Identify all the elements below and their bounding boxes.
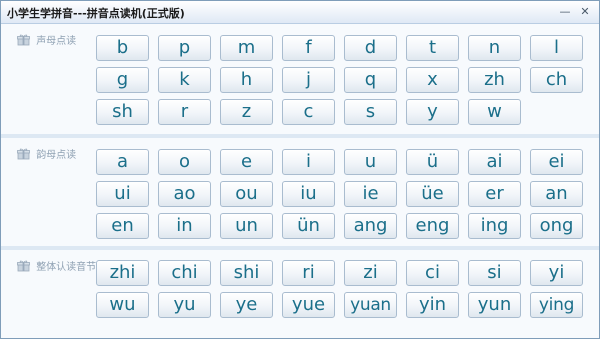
pinyin-key-button[interactable]: j <box>282 67 335 93</box>
pinyin-key-button[interactable]: r <box>158 99 211 125</box>
pinyin-key-button[interactable]: eng <box>406 213 459 239</box>
close-button[interactable]: ✕ <box>577 4 593 19</box>
pinyin-key-button[interactable]: p <box>158 35 211 61</box>
pinyin-key-button[interactable]: zhi <box>96 260 149 286</box>
pinyin-key-button[interactable]: ci <box>406 260 459 286</box>
pinyin-key-button[interactable]: iu <box>282 181 335 207</box>
pinyin-key-button[interactable]: l <box>530 35 583 61</box>
pinyin-key-button[interactable]: yi <box>530 260 583 286</box>
pinyin-key-button[interactable]: s <box>344 99 397 125</box>
pinyin-key-button[interactable]: i <box>282 149 335 175</box>
pinyin-key-button[interactable]: shi <box>220 260 273 286</box>
pinyin-key-button[interactable]: c <box>282 99 335 125</box>
gift-icon <box>17 34 30 45</box>
pinyin-key-button[interactable]: en <box>96 213 149 239</box>
pinyin-key-button[interactable]: ai <box>468 149 521 175</box>
pinyin-key-button[interactable]: ri <box>282 260 335 286</box>
title-bar: 小学生学拼音---拼音点读机(正式版) — ✕ <box>1 1 599 24</box>
pinyin-key-button[interactable]: ong <box>530 213 583 239</box>
pinyin-key-button[interactable]: e <box>220 149 273 175</box>
pinyin-key-button[interactable]: u <box>344 149 397 175</box>
pinyin-key-button[interactable]: yu <box>158 292 211 318</box>
pinyin-key-button[interactable]: z <box>220 99 273 125</box>
gift-icon <box>17 148 30 159</box>
finals-key-grid: a o e i u ü ai ei ui ao ou iu ie üe er an en in un ün ang eng… <box>96 149 583 239</box>
whole-syllables-key-grid: zhi chi shi ri zi ci si yi wu yu ye yue yuan yin yun yi… <box>96 260 583 318</box>
pinyin-key-button[interactable]: in <box>158 213 211 239</box>
pinyin-key-button[interactable]: zi <box>344 260 397 286</box>
pinyin-key-button[interactable]: ou <box>220 181 273 207</box>
pinyin-key-button[interactable]: d <box>344 35 397 61</box>
pinyin-key-button[interactable]: y <box>406 99 459 125</box>
pinyin-key-button[interactable]: an <box>530 181 583 207</box>
pinyin-key-button[interactable]: o <box>158 149 211 175</box>
window-title: 小学生学拼音---拼音点读机(正式版) <box>7 7 185 20</box>
pinyin-key-button[interactable]: ch <box>530 67 583 93</box>
pinyin-key-button[interactable]: si <box>468 260 521 286</box>
pinyin-key-button[interactable]: ü <box>406 149 459 175</box>
pinyin-key-button[interactable]: wu <box>96 292 149 318</box>
pinyin-key-button[interactable]: ui <box>96 181 149 207</box>
pinyin-key-button[interactable]: ei <box>530 149 583 175</box>
section-label-text: 声母点读 <box>36 36 77 47</box>
pinyin-key-button[interactable]: ye <box>220 292 273 318</box>
pinyin-key-button[interactable]: ying <box>530 292 583 318</box>
section-label-text: 整体认读音节 <box>36 262 97 273</box>
pinyin-key-button[interactable]: ang <box>344 213 397 239</box>
pinyin-key-button[interactable]: ie <box>344 181 397 207</box>
pinyin-key-button[interactable]: n <box>468 35 521 61</box>
pinyin-key-button[interactable]: sh <box>96 99 149 125</box>
pinyin-key-button[interactable]: yun <box>468 292 521 318</box>
pinyin-key-button[interactable]: zh <box>468 67 521 93</box>
initials-section: 声母点读 b p m f d t n l g k h j q x zh ch sh r z c s y w <box>1 24 599 134</box>
gift-icon <box>17 260 30 271</box>
pinyin-key-button[interactable]: yin <box>406 292 459 318</box>
pinyin-key-button[interactable]: a <box>96 149 149 175</box>
pinyin-key-button[interactable]: t <box>406 35 459 61</box>
initials-key-grid: b p m f d t n l g k h j q x zh ch sh r z c s y w <box>96 35 583 125</box>
pinyin-key-button[interactable]: ing <box>468 213 521 239</box>
section-label: 声母点读 <box>17 32 76 48</box>
minimize-button[interactable]: — <box>557 4 573 19</box>
pinyin-key-button[interactable]: yue <box>282 292 335 318</box>
pinyin-key-button[interactable]: chi <box>158 260 211 286</box>
pinyin-key-button[interactable]: h <box>220 67 273 93</box>
pinyin-key-button[interactable]: üe <box>406 181 459 207</box>
pinyin-key-button[interactable]: ün <box>282 213 335 239</box>
pinyin-key-button[interactable]: b <box>96 35 149 61</box>
pinyin-key-button[interactable]: g <box>96 67 149 93</box>
pinyin-key-button[interactable]: x <box>406 67 459 93</box>
section-label: 韵母点读 <box>17 146 76 162</box>
finals-section: 韵母点读 a o e i u ü ai ei ui ao ou iu ie üe er an en in un ün a… <box>1 138 599 246</box>
pinyin-key-button[interactable]: er <box>468 181 521 207</box>
pinyin-key-button[interactable]: yuan <box>344 292 397 318</box>
pinyin-key-button[interactable]: m <box>220 35 273 61</box>
pinyin-key-button[interactable]: ao <box>158 181 211 207</box>
pinyin-key-button[interactable]: w <box>468 99 521 125</box>
pinyin-key-button[interactable]: k <box>158 67 211 93</box>
pinyin-key-button[interactable]: f <box>282 35 335 61</box>
section-label-text: 韵母点读 <box>36 150 77 161</box>
pinyin-key-button[interactable]: un <box>220 213 273 239</box>
whole-syllables-section: 整体认读音节 zhi chi shi ri zi ci si yi wu yu ye yue yuan y… <box>1 250 599 338</box>
section-label: 整体认读音节 <box>17 258 96 274</box>
pinyin-key-button[interactable]: q <box>344 67 397 93</box>
app-window: 小学生学拼音---拼音点读机(正式版) — ✕ 声母点读 bpmfdtnl gkh… <box>0 0 600 339</box>
